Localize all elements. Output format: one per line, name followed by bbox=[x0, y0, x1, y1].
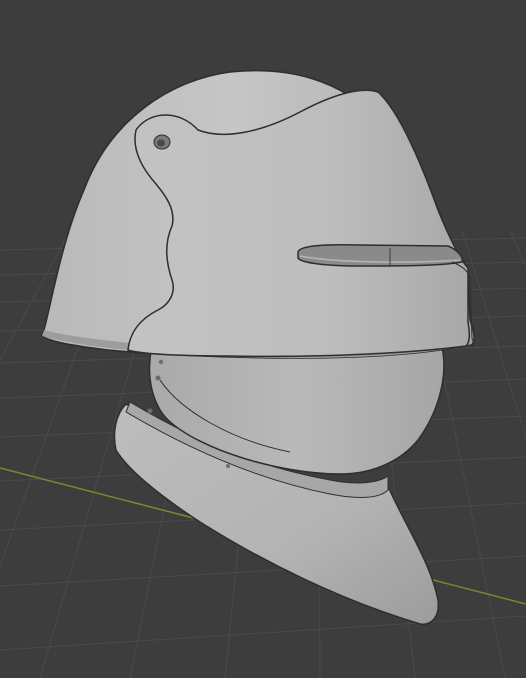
rivet bbox=[226, 464, 230, 468]
rivet bbox=[147, 408, 153, 414]
helmet-model[interactable] bbox=[41, 69, 475, 625]
rivet bbox=[158, 359, 164, 365]
visor-plate[interactable] bbox=[127, 89, 471, 358]
eye-slit[interactable] bbox=[297, 244, 464, 267]
3d-viewport[interactable] bbox=[0, 0, 526, 678]
rivet bbox=[155, 375, 161, 381]
viewport-scene[interactable] bbox=[0, 0, 526, 678]
